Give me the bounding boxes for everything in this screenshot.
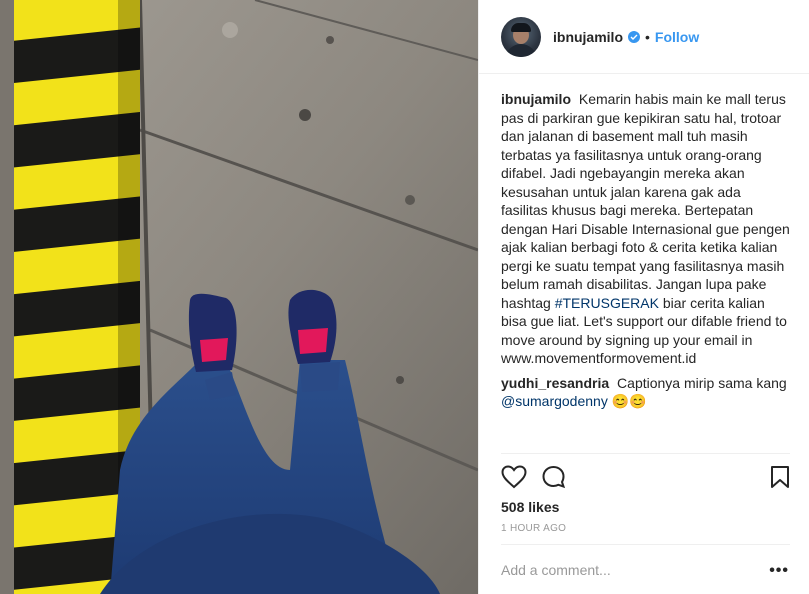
divider [501,544,790,545]
divider [501,453,790,454]
instagram-post: ibnujamilo • Follow ibnujamilo Kemarin h… [0,0,809,594]
comment-text: Captionya mirip sama kang [617,374,787,391]
post-side-panel: ibnujamilo • Follow ibnujamilo Kemarin h… [478,0,809,594]
action-bar [501,465,790,491]
post-header: ibnujamilo • Follow [479,0,809,74]
comments-list: ibnujamilo Kemarin habis main ke mall te… [501,90,791,417]
comment-mention[interactable]: @sumargodenny [501,393,608,409]
avatar[interactable] [501,16,541,57]
caption-hashtag[interactable]: #TERUSGERAK [555,295,659,311]
bookmark-icon[interactable] [770,465,790,494]
comment-bubble-icon[interactable] [541,465,567,494]
more-options-icon[interactable]: ••• [769,562,789,580]
post-timestamp[interactable]: 1 HOUR AGO [501,523,566,534]
heart-icon[interactable] [501,465,527,494]
caption-username[interactable]: ibnujamilo [501,91,571,107]
comment-item: yudhi_resandria Captionya mirip sama kan… [501,374,791,411]
verified-badge-icon [628,30,640,43]
likes-count[interactable]: 508 likes [501,499,559,515]
post-photo[interactable] [0,0,478,594]
header-username[interactable]: ibnujamilo [553,29,623,45]
caption-text: Kemarin habis main ke mall terus pas di … [501,91,790,311]
header-separator: • [645,28,650,45]
comment-emoji: 😊😊 [611,393,647,409]
follow-button[interactable]: Follow [655,29,699,45]
comment-username[interactable]: yudhi_resandria [501,375,609,391]
add-comment-input[interactable] [501,562,761,578]
photo-feet-on-pavement [0,0,478,594]
caption: ibnujamilo Kemarin habis main ke mall te… [501,90,791,368]
